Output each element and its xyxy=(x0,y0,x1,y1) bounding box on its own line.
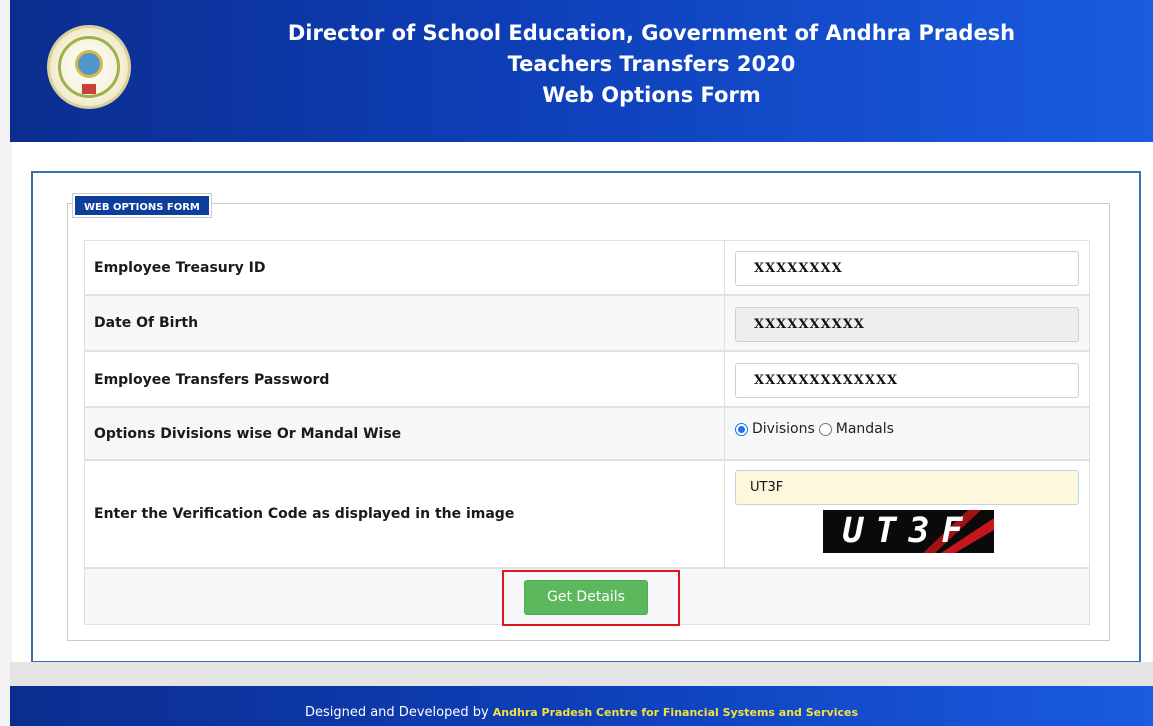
treasury-id-row: Employee Treasury ID XXXXXXXX xyxy=(84,240,1090,295)
treasury-id-label: Employee Treasury ID xyxy=(94,260,266,276)
password-label: Employee Transfers Password xyxy=(94,372,330,388)
header-title-line2: Teachers Transfers 2020 xyxy=(507,52,796,76)
verification-row: Enter the Verification Code as displayed… xyxy=(84,460,1090,568)
radio-unchecked-icon[interactable] xyxy=(818,422,832,436)
page-header: Director of School Education, Government… xyxy=(10,0,1153,142)
radio-checked-icon[interactable] xyxy=(735,422,748,436)
form-legend: WEB OPTIONS FORM xyxy=(73,194,211,217)
footer-spacer xyxy=(10,662,1153,686)
get-details-button[interactable]: Get Details xyxy=(524,580,648,615)
dob-label: Date Of Birth xyxy=(94,315,199,331)
footer-org-link[interactable]: Andhra Pradesh Centre for Financial Syst… xyxy=(493,706,858,719)
radio-label-mandals[interactable]: Mandals xyxy=(836,421,894,437)
header-titles: Director of School Education, Government… xyxy=(10,18,1153,111)
dob-input[interactable]: XXXXXXXXXX xyxy=(735,307,1079,342)
captcha-image: UT3F xyxy=(823,510,994,553)
radio-label-divisions[interactable]: Divisions xyxy=(752,421,815,437)
password-row: Employee Transfers Password XXXXXXXXXXXX… xyxy=(84,351,1090,407)
page-footer: Designed and Developed by Andhra Pradesh… xyxy=(10,686,1153,726)
password-input[interactable]: XXXXXXXXXXXXX xyxy=(735,363,1079,398)
options-radio-group: Divisions Mandals xyxy=(735,421,894,437)
verification-code-input[interactable]: UT3F xyxy=(735,470,1079,505)
captcha-text: UT3F xyxy=(842,511,975,551)
options-label: Options Divisions wise Or Mandal Wise xyxy=(94,426,402,442)
options-row: Options Divisions wise Or Mandal Wise Di… xyxy=(84,407,1090,460)
footer-prefix: Designed and Developed by xyxy=(304,705,493,720)
dob-row: Date Of Birth XXXXXXXXXX xyxy=(84,295,1090,351)
treasury-id-input[interactable]: XXXXXXXX xyxy=(735,251,1079,286)
header-title-line1: Director of School Education, Government… xyxy=(287,21,1016,45)
verification-label: Enter the Verification Code as displayed… xyxy=(94,506,515,522)
header-title-line3: Web Options Form xyxy=(542,83,761,107)
